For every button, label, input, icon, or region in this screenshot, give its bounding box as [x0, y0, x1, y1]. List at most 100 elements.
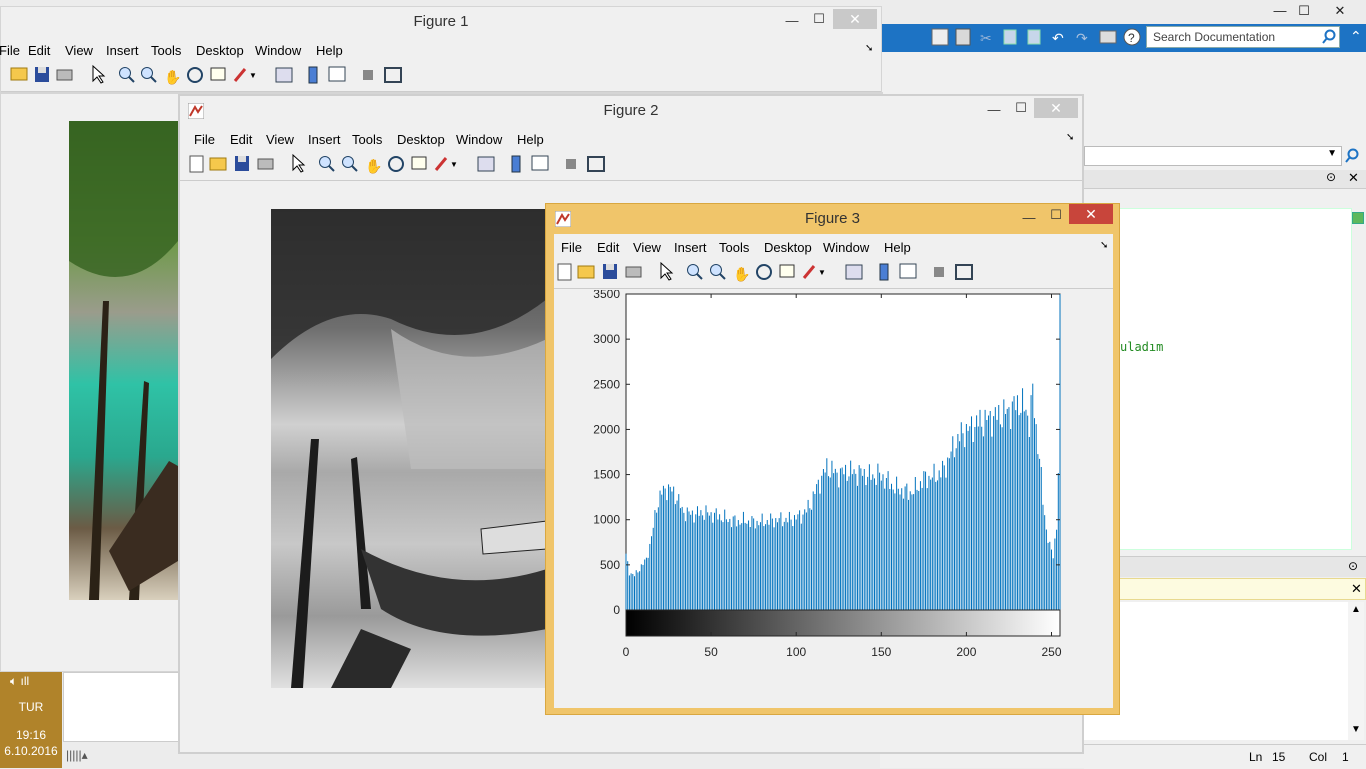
command-window[interactable]	[1084, 602, 1350, 740]
menu-edit[interactable]: Edit	[230, 132, 252, 147]
taskbar-clock-area[interactable]: 🔈︎ ıll TUR 19:16 6.10.2016	[0, 672, 62, 768]
line-label: Ln	[1249, 750, 1263, 764]
grayscale-colorbar	[625, 609, 1061, 637]
menu-view[interactable]: View	[65, 43, 93, 58]
editor-area[interactable]	[1084, 208, 1352, 550]
menu-dock-arrow-icon[interactable]: ➘	[1066, 132, 1074, 143]
figure3-close-button[interactable]: ✕	[1069, 204, 1113, 224]
histogram-chart: 0 500 1000 1500 2000 2500 3000 3500 0 50 100 150 200…	[593, 290, 1062, 659]
command-window-menu-icon[interactable]: ⊙	[1348, 559, 1358, 573]
y-tick-label: 3000	[593, 332, 620, 346]
x-tick-label: 50	[704, 645, 718, 659]
menu-desktop[interactable]: Desktop	[196, 43, 244, 58]
clock-time[interactable]: 19:16	[0, 728, 62, 742]
speaker-icon[interactable]: 🔈︎ ıll	[10, 674, 29, 689]
menu-help[interactable]: Help	[884, 240, 911, 255]
figure2-titlebar[interactable]: Figure 2 — ☐ ✕	[180, 96, 1082, 126]
matlab-maximize-button[interactable]: ☐	[1290, 2, 1318, 20]
panel-close-icon[interactable]: ✕	[1348, 170, 1359, 186]
panel-menu-icon[interactable]: ⊙	[1326, 170, 1336, 184]
command-window-header: ⊙	[1084, 556, 1366, 577]
x-tick-label: 200	[956, 645, 976, 659]
menu-view[interactable]: View	[266, 132, 294, 147]
figure3-minimize-button[interactable]: —	[1017, 208, 1041, 228]
menu-tools[interactable]: Tools	[151, 43, 181, 58]
figure2-close-button[interactable]: ✕	[1034, 98, 1078, 118]
column-value: 1	[1342, 750, 1349, 764]
folder-search-icon[interactable]	[1344, 148, 1360, 164]
menu-edit[interactable]: Edit	[597, 240, 619, 255]
y-tick-label: 2500	[593, 377, 620, 391]
x-tick-label: 0	[623, 645, 630, 659]
svg-text:▼: ▼	[249, 71, 257, 80]
clock-date[interactable]: 6.10.2016	[0, 744, 62, 758]
figure1-maximize-button[interactable]: ☐	[807, 9, 831, 29]
menu-insert[interactable]: Insert	[106, 43, 139, 58]
figure2-toolbar: ✋ ▼	[180, 152, 1082, 181]
svg-text:✂: ✂	[980, 30, 992, 46]
language-indicator[interactable]: TUR	[0, 700, 62, 714]
y-tick-label: 500	[600, 558, 620, 572]
menu-desktop[interactable]: Desktop	[397, 132, 445, 147]
keyboard-icon[interactable]: |||||▴	[66, 748, 88, 762]
y-tick-label: 0	[613, 603, 620, 617]
figure1-minimize-button[interactable]: —	[780, 11, 804, 31]
scroll-up-icon[interactable]: ▲	[1351, 604, 1361, 615]
figure1-close-button[interactable]: ✕	[833, 9, 877, 29]
menu-window[interactable]: Window	[456, 132, 502, 147]
figure2-toolbar-icons[interactable]: ✋ ▼	[180, 152, 610, 180]
menu-window[interactable]: Window	[823, 240, 869, 255]
svg-text:▼: ▼	[818, 268, 826, 277]
figure1-toolbar: ✋ ▼	[1, 63, 881, 92]
menu-tools[interactable]: Tools	[719, 240, 749, 255]
collapse-toolstrip-icon[interactable]: ⌃	[1350, 28, 1362, 45]
menu-desktop[interactable]: Desktop	[764, 240, 812, 255]
y-tick-label: 1500	[593, 468, 620, 482]
figure2-maximize-button[interactable]: ☐	[1009, 98, 1033, 118]
menu-file[interactable]: File	[561, 240, 582, 255]
svg-text:▼: ▼	[450, 160, 458, 169]
search-icon[interactable]	[1321, 29, 1337, 45]
code-analyzer-indicator[interactable]	[1352, 212, 1364, 224]
menu-edit[interactable]: Edit	[28, 43, 50, 58]
figure2-minimize-button[interactable]: —	[982, 100, 1006, 120]
menu-insert[interactable]: Insert	[674, 240, 707, 255]
x-tick-label: 100	[786, 645, 806, 659]
figure3-menubar: File Edit View Insert Tools Desktop Wind…	[554, 236, 1113, 260]
figure1-titlebar[interactable]: Figure 1 — ☐ ✕	[1, 7, 881, 37]
figure3-maximize-button[interactable]: ☐	[1044, 205, 1068, 225]
figure3-window[interactable]: Figure 3 — ☐ ✕ File Edit View Insert Too…	[545, 203, 1120, 715]
column-label: Col	[1309, 750, 1328, 764]
folder-dropdown-icon[interactable]: ▼	[1327, 148, 1337, 159]
menu-view[interactable]: View	[633, 240, 661, 255]
figure3-titlebar[interactable]: Figure 3 — ☐ ✕	[546, 204, 1119, 234]
menu-file[interactable]: File	[194, 132, 215, 147]
y-tick-label: 2000	[593, 422, 620, 436]
menu-file[interactable]: File	[0, 43, 20, 58]
x-tick-label: 250	[1041, 645, 1061, 659]
svg-text:↷: ↷	[1076, 30, 1088, 46]
menu-tools[interactable]: Tools	[352, 132, 382, 147]
figure3-toolbar-icons[interactable]: ✋ ▼	[554, 260, 984, 288]
matlab-status-bar: Ln 15 Col 1	[1084, 744, 1366, 769]
menu-dock-arrow-icon[interactable]: ➘	[1100, 240, 1108, 251]
figure3-client-area: File Edit View Insert Tools Desktop Wind…	[554, 234, 1113, 708]
search-documentation-input[interactable]: Search Documentation	[1146, 26, 1340, 48]
matlab-close-button[interactable]: ✕	[1326, 2, 1354, 20]
menu-help[interactable]: Help	[316, 43, 343, 58]
line-value: 15	[1272, 750, 1286, 764]
menu-window[interactable]: Window	[255, 43, 301, 58]
notice-close-icon[interactable]: ✕	[1351, 581, 1362, 597]
y-tick-label: 1000	[593, 513, 620, 527]
command-window-scrollbar[interactable]: ▲ ▼	[1348, 602, 1364, 740]
menu-dock-arrow-icon[interactable]: ➘	[865, 43, 873, 54]
menu-insert[interactable]: Insert	[308, 132, 341, 147]
figure2-grayscale-image	[271, 209, 547, 688]
current-folder-field[interactable]: ▼	[1084, 146, 1342, 166]
scroll-down-icon[interactable]: ▼	[1351, 724, 1361, 735]
svg-text:↶: ↶	[1052, 30, 1064, 46]
figure1-toolbar-icons[interactable]: ✋ ▼	[1, 63, 421, 91]
svg-text:✋: ✋	[733, 266, 750, 282]
menu-help[interactable]: Help	[517, 132, 544, 147]
figure3-toolbar: ✋ ▼	[554, 260, 1113, 289]
